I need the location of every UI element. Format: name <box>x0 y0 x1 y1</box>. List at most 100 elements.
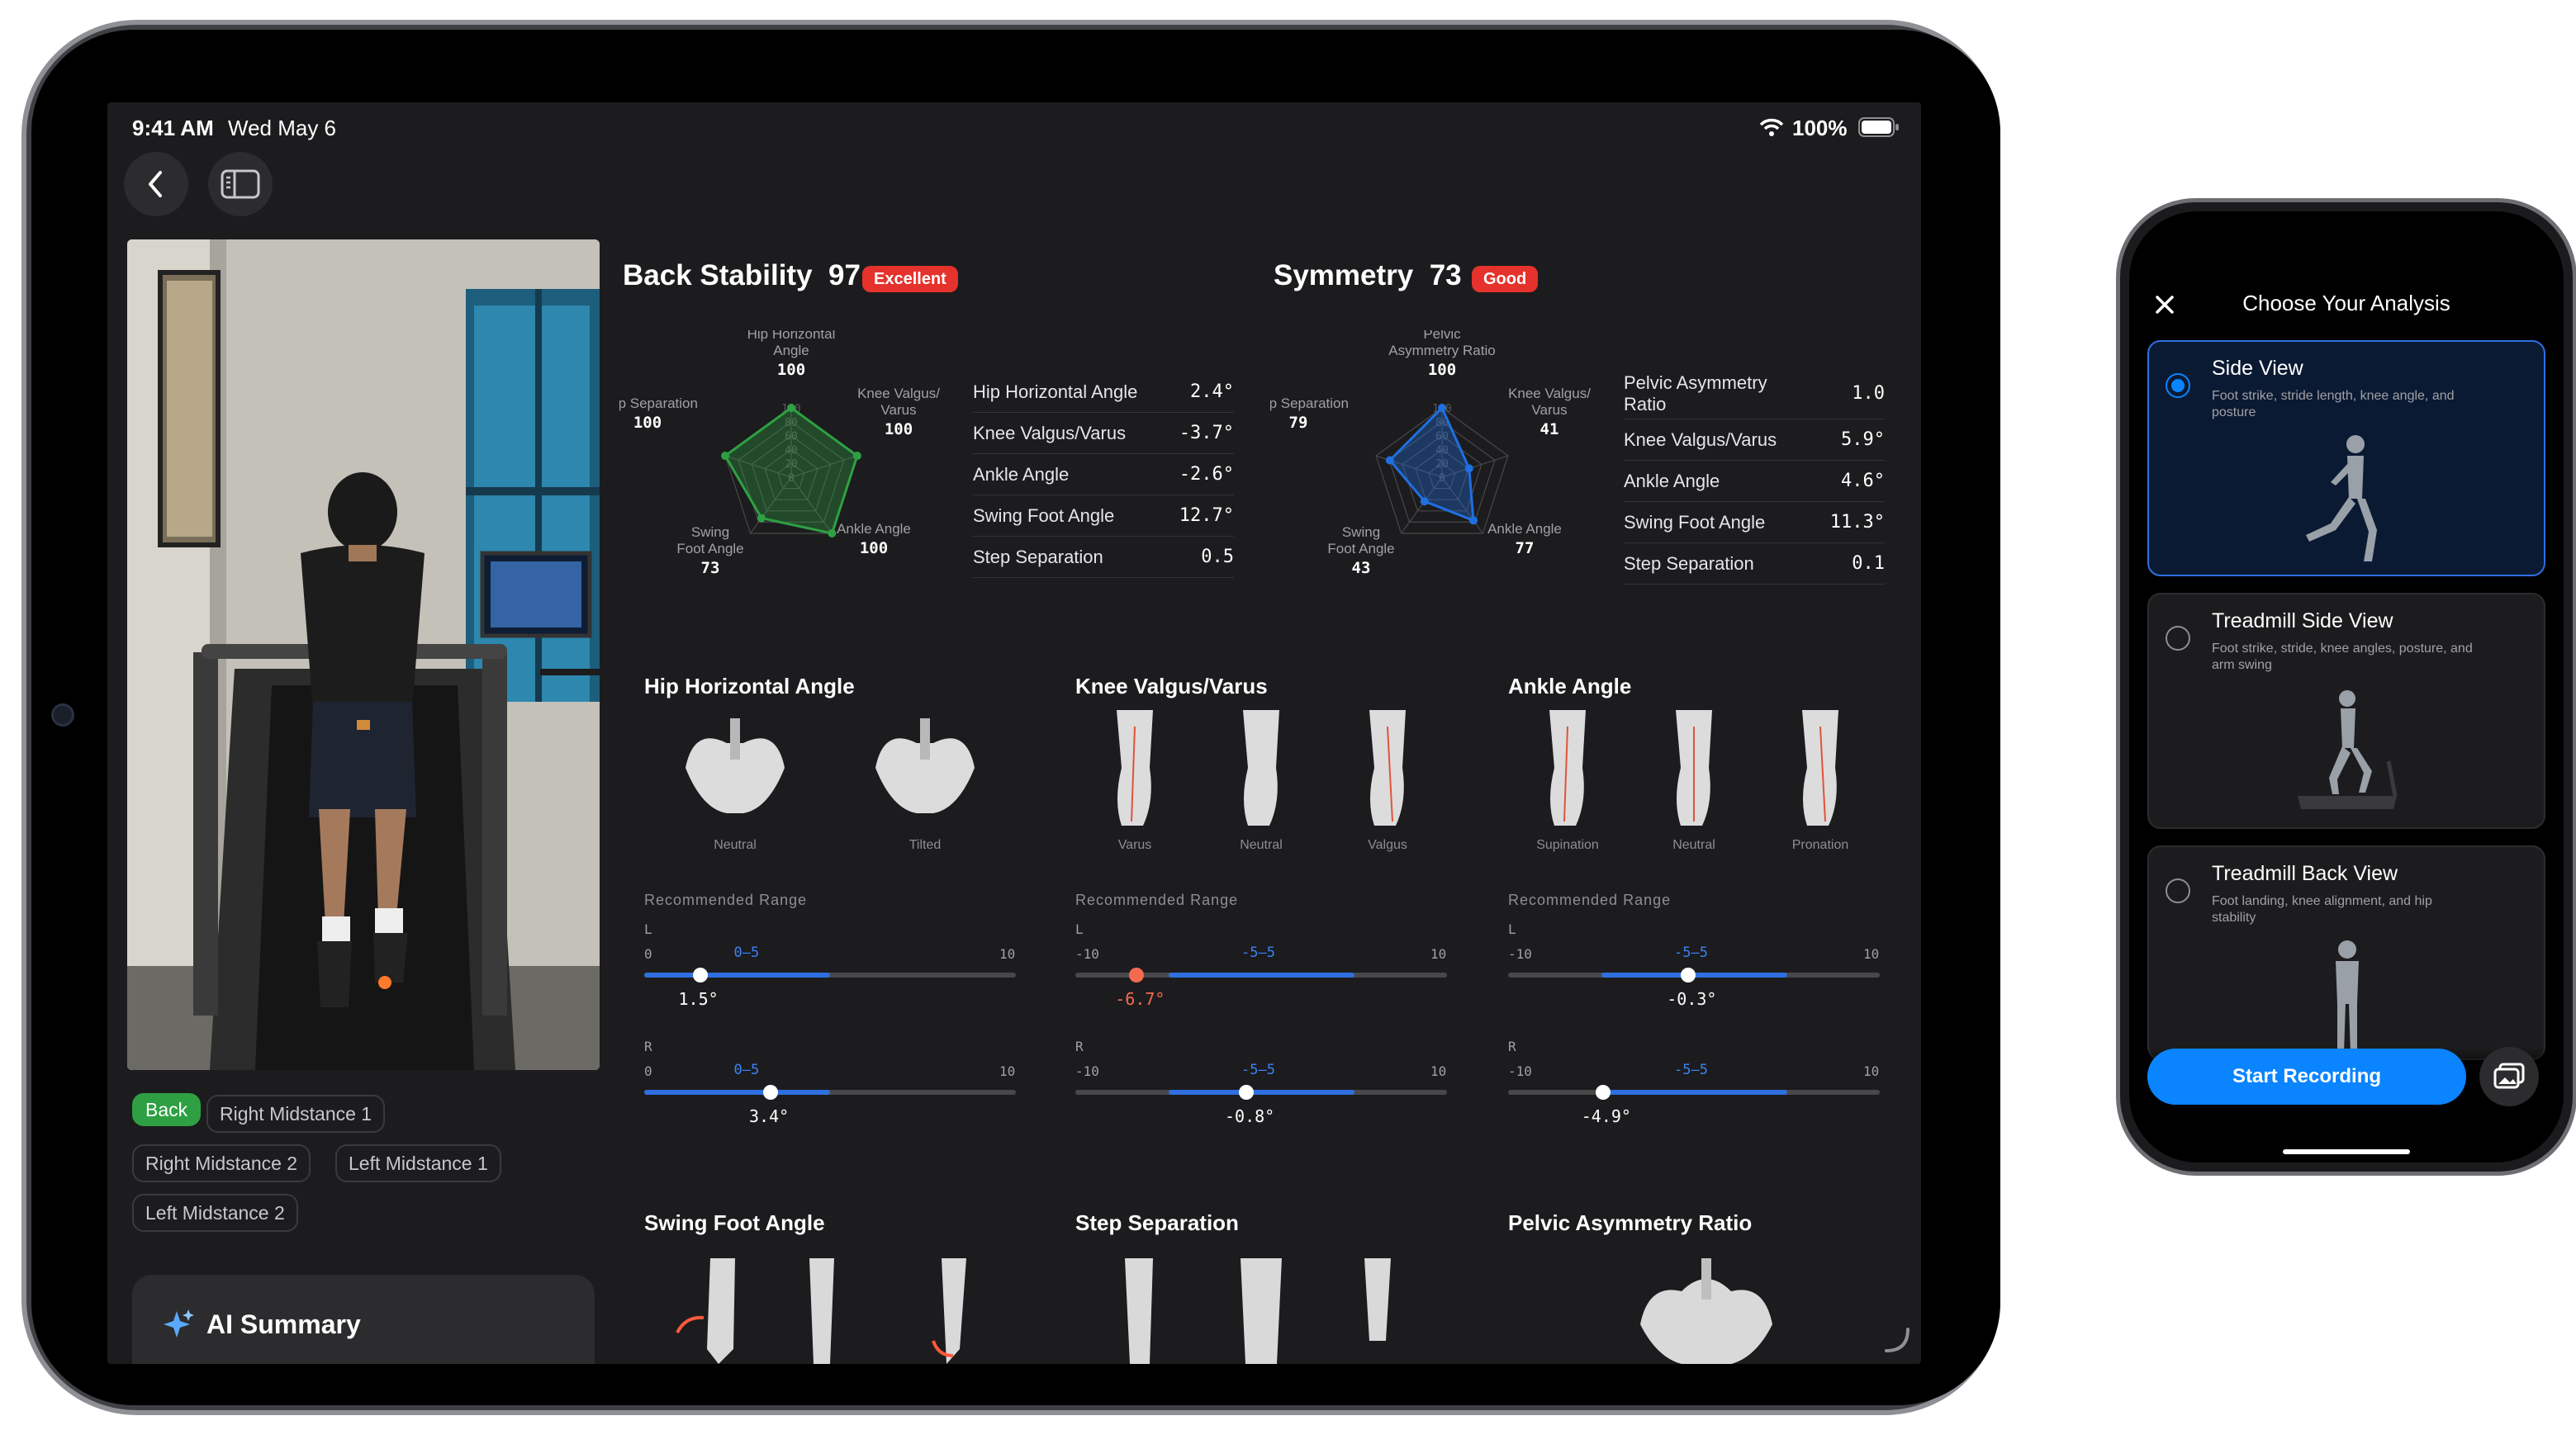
sparkle-icon <box>164 1309 194 1338</box>
chip-back[interactable]: Back <box>132 1093 202 1126</box>
radar-axis-value: 100 <box>885 420 913 438</box>
anatomy-figure <box>1243 710 1279 826</box>
range-min: -10 <box>1075 946 1099 962</box>
range-min: -10 <box>1075 1063 1099 1079</box>
front-camera <box>51 703 74 727</box>
side-label: R <box>1075 1039 1084 1054</box>
option-desc: Foot landing, knee alignment, and hip st… <box>2212 894 2432 925</box>
metric-value: 11.3° <box>1829 512 1885 533</box>
option-desc: Foot strike, stride, knee angles, postur… <box>2212 642 2473 672</box>
swing-foot-angle-title: Swing Foot Angle <box>644 1210 825 1235</box>
radar-point <box>852 452 861 461</box>
radar-axis-label: Hip Horizontal <box>747 330 836 342</box>
option-desc: Foot strike, stride length, knee angle, … <box>2212 389 2455 419</box>
metric-value: 5.9° <box>1841 429 1885 450</box>
symmetry-radar: 100806040200PelvicAsymmetry Ratio100Knee… <box>1248 326 1617 594</box>
anatomy-figure <box>1802 710 1838 826</box>
radar-point <box>1385 456 1394 465</box>
chip-left-midstance-1[interactable]: Left Midstance 1 <box>335 1144 501 1182</box>
back-button[interactable] <box>124 152 188 216</box>
option-treadmill-side-view[interactable]: Treadmill Side View Foot strike, stride,… <box>2147 593 2545 829</box>
radar-chart-back: 100806040200Hip HorizontalAngle100Knee V… <box>597 326 940 577</box>
recommended-range-fill <box>1168 1090 1354 1095</box>
radar-axis-label: Swing <box>691 524 729 540</box>
detail-section: Hip Horizontal Angle Neutral Tilted Recomme… <box>644 674 1032 1186</box>
phone-screen: Choose Your Analysis Side View Foot stri… <box>2129 211 2564 1162</box>
symmetry-label: Symmetry <box>1274 259 1414 291</box>
chip-left-midstance-2[interactable]: Left Midstance 2 <box>132 1194 298 1232</box>
step-separation-illustrations <box>1125 1258 1391 1364</box>
view-chips: Back Right Midstance 1 Right Midstance 2… <box>132 1093 595 1242</box>
radar-axis-value: 77 <box>1516 539 1535 557</box>
metric-name: Step Separation <box>1624 552 1754 574</box>
ai-summary-card[interactable]: AI Summary <box>132 1275 595 1364</box>
video-frame[interactable] <box>127 239 600 1070</box>
metric-value: 4.6° <box>1841 471 1885 491</box>
range-min: -10 <box>1508 1063 1532 1079</box>
start-recording-button[interactable]: Start Recording <box>2147 1049 2466 1105</box>
radar-series-area <box>723 406 859 535</box>
back-stability-label: Back Stability <box>623 259 813 291</box>
chip-right-midstance-1[interactable]: Right Midstance 1 <box>206 1095 386 1133</box>
photo-library-button[interactable] <box>2479 1047 2539 1106</box>
metric-name: Swing Foot Angle <box>1624 511 1766 533</box>
metric-name: Ankle Angle <box>973 463 1070 485</box>
metric-name: Ankle Angle <box>1624 470 1720 491</box>
radar-axis-label: Angle <box>773 343 809 358</box>
anatomy-figure <box>1117 710 1153 826</box>
back-stability-title: Back Stability 97 <box>623 259 861 292</box>
radar-axis-value: 100 <box>633 414 662 432</box>
option-title: Treadmill Back View <box>2212 862 2398 885</box>
chip-right-midstance-2[interactable]: Right Midstance 2 <box>132 1144 311 1182</box>
metric-row: Step Separation 0.1 <box>1624 543 1885 585</box>
section-title: Ankle Angle <box>1508 674 1632 698</box>
radar-axis-value: 73 <box>701 559 720 577</box>
sidebar-toggle-button[interactable] <box>208 152 273 216</box>
metric-row: Pelvic Asymmetry Ratio 1.0 <box>1624 368 1885 419</box>
option-treadmill-back-view[interactable]: Treadmill Back View Foot landing, knee a… <box>2147 845 2545 1060</box>
status-time: 9:41 AM <box>132 116 214 140</box>
radar-axis-label: Varus <box>1531 402 1567 418</box>
chevron-left-icon <box>149 171 162 197</box>
section-title: Hip Horizontal Angle <box>644 674 855 698</box>
recommended-range-value: -5–5 <box>1241 1062 1275 1078</box>
tablet-screen: 9:41 AM Wed May 6 100% Back Right Midsta… <box>107 102 1921 1364</box>
detail-section: Knee Valgus/Varus Varus Neutral Valgus Recom… <box>1075 674 1464 1186</box>
radio-side-view[interactable] <box>2166 373 2190 398</box>
radar-point <box>787 404 795 412</box>
recommended-range-fill <box>644 1090 830 1095</box>
radar-point <box>1420 497 1429 506</box>
radar-axis-value: 100 <box>1428 361 1456 379</box>
radar-chart-symmetry: 100806040200PelvicAsymmetry Ratio100Knee… <box>1248 326 1591 577</box>
resize-handle-icon <box>1885 1328 1909 1352</box>
radar-point <box>1438 404 1446 412</box>
measured-value: -4.9° <box>1581 1106 1631 1126</box>
recommended-range-value: -5–5 <box>1674 945 1708 961</box>
wifi-icon <box>1759 117 1784 137</box>
radar-axis-value: 43 <box>1352 559 1371 577</box>
option-side-view[interactable]: Side View Foot strike, stride length, kn… <box>2147 340 2545 576</box>
anatomy-illustrations: Supination Neutral Pronation <box>1536 710 1848 852</box>
option-title: Side View <box>2212 357 2303 380</box>
metric-name: Step Separation <box>973 546 1103 567</box>
anatomy-caption: Neutral <box>1240 838 1283 852</box>
radio-treadmill-back-view[interactable] <box>2166 878 2190 903</box>
radio-treadmill-side-view[interactable] <box>2166 626 2190 651</box>
radar-axis-label: Varus <box>880 402 916 418</box>
back-stability-badge: Excellent <box>862 266 958 292</box>
anatomy-caption: Tilted <box>909 838 942 852</box>
radar-point <box>1469 516 1478 525</box>
metric-name: Pelvic Asymmetry Ratio <box>1624 372 1767 414</box>
radar-axis-label: Swing <box>1342 524 1380 540</box>
anatomy-figure <box>1369 710 1406 826</box>
metric-value: 0.1 <box>1852 553 1885 574</box>
battery-icon <box>1858 117 1900 137</box>
detail-section: Ankle Angle Supination Neutral Pronation Rec… <box>1508 674 1896 1186</box>
metric-value: 2.4° <box>1190 381 1234 402</box>
photo-library-icon <box>2493 1063 2525 1089</box>
back-stability-score: 97 <box>828 259 861 291</box>
value-knob <box>763 1085 778 1100</box>
radar-axis-label: Asymmetry Ratio <box>1388 343 1495 358</box>
radar-point <box>721 452 730 461</box>
metric-row: Knee Valgus/Varus -3.7° <box>973 413 1234 454</box>
